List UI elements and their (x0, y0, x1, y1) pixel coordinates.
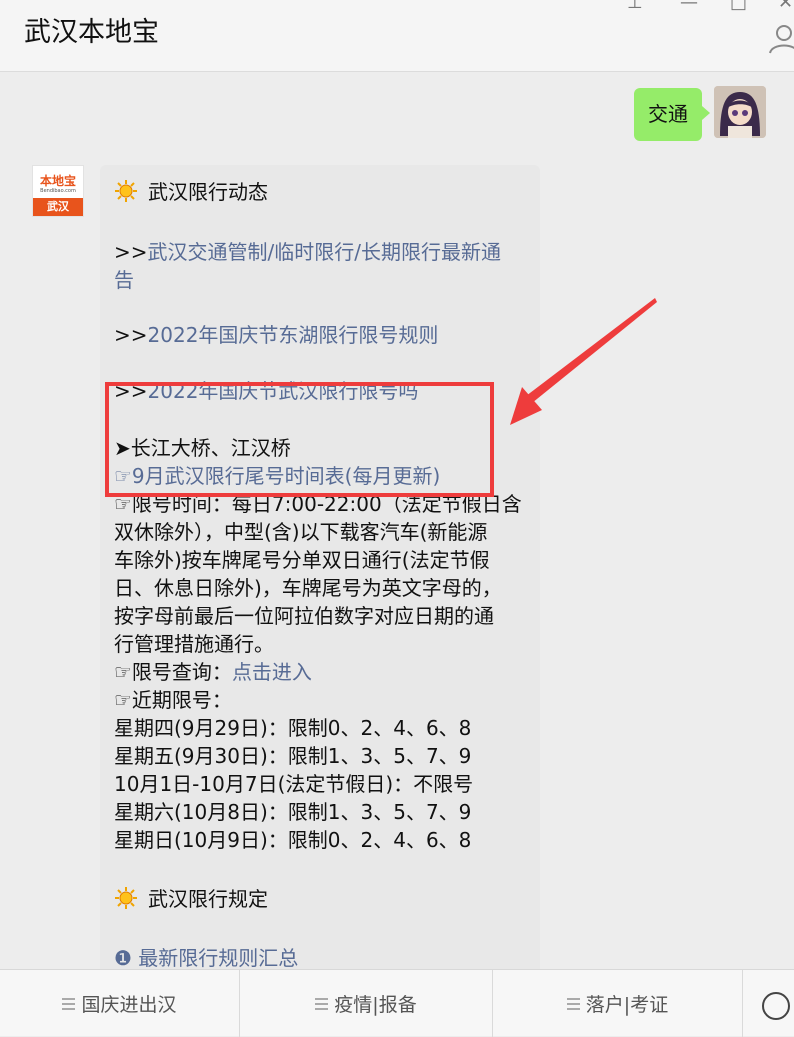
rule-line: 日、休息日除外)，车牌尾号为英文字母的， (114, 576, 502, 600)
donghu-rule-link[interactable]: >>2022年国庆节东湖限行限号规则 (114, 321, 438, 349)
section-title-rules: 武汉限行规定 (114, 885, 268, 917)
rule-line: 车除外)按车牌尾号分单双日通行(法定节假 (114, 548, 490, 572)
chat-header: 武汉本地宝 ⊥ — □ ✕ (0, 0, 794, 72)
recent-line: 10月1日-10月7日(法定节假日)：不限号 (114, 772, 474, 796)
menu-icon (566, 995, 580, 1013)
menu-icon (62, 995, 76, 1013)
sun-icon (114, 886, 138, 917)
page-title: 武汉本地宝 (24, 17, 159, 48)
highlight-box (105, 382, 494, 497)
bottom-menu: 国庆进出汉 疫情|报备 落户|考证 (0, 969, 794, 1037)
traffic-control-link[interactable]: >>武汉交通管制/临时限行/长期限行最新通 (114, 238, 501, 266)
rule-line: 行管理措施通行。 (114, 632, 274, 656)
bot-message-bubble: 武汉限行动态 >>武汉交通管制/临时限行/长期限行最新通 告 >>2022年国庆… (100, 165, 540, 969)
keyboard-icon[interactable] (762, 992, 790, 1020)
recent-line: 星期六(10月8日)：限制1、3、5、7、9 (114, 800, 472, 824)
user-avatar[interactable] (714, 86, 766, 138)
menu-icon (315, 995, 329, 1013)
recent-line: 星期五(9月30日)：限制1、3、5、7、9 (114, 744, 472, 768)
rule-line: 双休除外），中型(含)以下载客汽车(新能源 (114, 520, 488, 544)
recent-line: 星期日(10月9日)：限制0、2、4、6、8 (114, 828, 472, 852)
chat-area[interactable]: 交通 本地宝 Bendibao.com 武汉 武汉限行动态 >>武汉交通管制/临… (0, 73, 794, 969)
close-icon[interactable]: ✕ (778, 0, 793, 13)
minimize-icon[interactable]: — (680, 0, 698, 13)
rules-summary-link[interactable]: ❶ 最新限行规则汇总 (114, 944, 298, 969)
red-arrow-annotation (510, 298, 657, 425)
traffic-control-link-cont[interactable]: 告 (114, 266, 134, 294)
menu-tab-epidemic[interactable]: 疫情|报备 (240, 970, 492, 1037)
query-link[interactable]: 点击进入 (232, 660, 312, 684)
official-account-logo[interactable]: 本地宝 Bendibao.com 武汉 (32, 165, 84, 217)
section-title-dynamics: 武汉限行动态 (114, 178, 268, 210)
maximize-icon[interactable]: □ (730, 0, 747, 13)
query-line: ☞限号查询：点击进入 (114, 660, 312, 684)
sun-icon (114, 179, 138, 210)
pin-icon[interactable]: ⊥ (627, 0, 643, 13)
user-message-bubble[interactable]: 交通 (634, 88, 710, 141)
recent-label: ☞近期限号： (114, 688, 232, 712)
menu-tab-hukou[interactable]: 落户|考证 (493, 970, 742, 1037)
recent-line: 星期四(9月29日)：限制0、2、4、6、8 (114, 716, 472, 740)
rule-line: 按字母前最后一位阿拉伯数字对应日期的通 (114, 604, 494, 628)
divider (742, 970, 743, 1037)
profile-icon[interactable] (768, 24, 794, 54)
menu-tab-national-day[interactable]: 国庆进出汉 (0, 970, 239, 1037)
